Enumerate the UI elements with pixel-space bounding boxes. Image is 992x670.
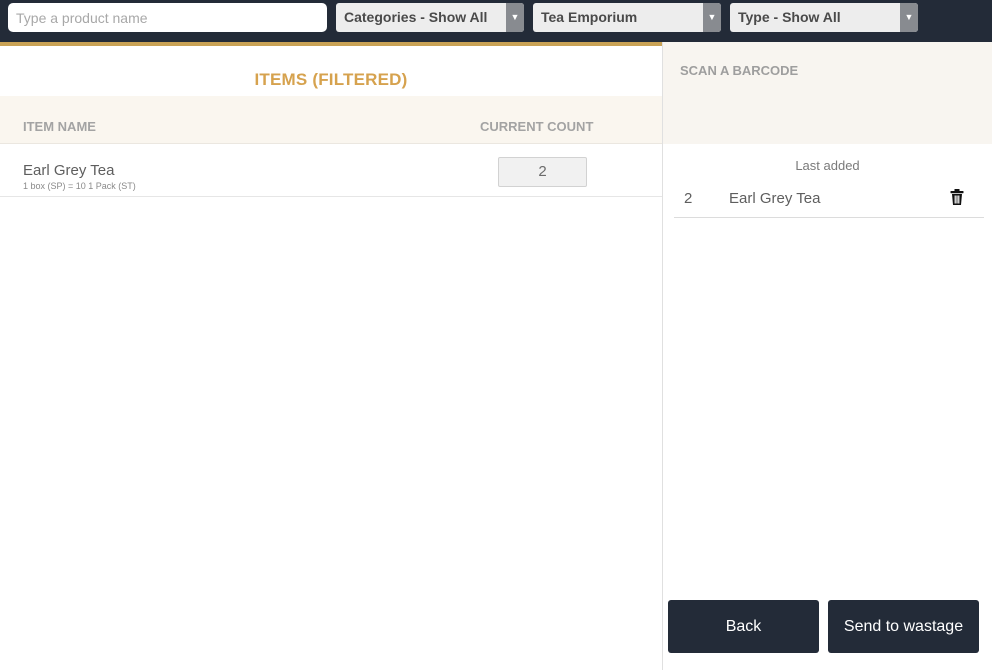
categories-dropdown-label: Categories - Show All	[344, 9, 488, 25]
scan-barcode-label: SCAN A BARCODE	[680, 63, 799, 78]
trash-icon[interactable]	[948, 188, 966, 206]
item-unit-info: 1 box (SP) = 10 1 Pack (ST)	[23, 181, 136, 191]
items-table-header: ITEM NAME CURRENT COUNT	[0, 96, 662, 144]
item-name: Earl Grey Tea	[23, 162, 115, 179]
barcode-scan-area[interactable]: SCAN A BARCODE	[663, 42, 992, 144]
column-header-current-count: CURRENT COUNT	[480, 119, 594, 134]
product-search-input[interactable]	[8, 3, 327, 32]
last-added-heading: Last added	[795, 158, 860, 173]
send-to-wastage-button[interactable]: Send to wastage	[828, 600, 979, 653]
scan-panel: SCAN A BARCODE Last added 2 Earl Grey Te…	[662, 42, 992, 670]
table-row[interactable]: Earl Grey Tea 1 box (SP) = 10 1 Pack (ST…	[0, 145, 662, 197]
categories-dropdown[interactable]: Categories - Show All ▼	[336, 3, 524, 32]
store-dropdown[interactable]: Tea Emporium ▼	[533, 3, 721, 32]
column-header-item-name: ITEM NAME	[23, 119, 96, 134]
recent-item-name: Earl Grey Tea	[729, 190, 821, 207]
chevron-down-icon: ▼	[506, 3, 524, 32]
count-input[interactable]: 2	[498, 157, 587, 187]
top-filter-bar: Categories - Show All ▼ Tea Emporium ▼ T…	[0, 0, 992, 42]
chevron-down-icon: ▼	[900, 3, 918, 32]
type-dropdown-label: Type - Show All	[738, 9, 841, 25]
store-dropdown-label: Tea Emporium	[541, 9, 638, 25]
chevron-down-icon: ▼	[703, 3, 721, 32]
items-title: ITEMS (FILTERED)	[254, 70, 408, 89]
recent-item-qty: 2	[684, 190, 693, 207]
type-dropdown[interactable]: Type - Show All ▼	[730, 3, 918, 32]
list-item: 2 Earl Grey Tea	[674, 176, 984, 218]
accent-divider	[0, 42, 662, 46]
back-button[interactable]: Back	[668, 600, 819, 653]
items-panel: ITEMS (FILTERED) ITEM NAME CURRENT COUNT…	[0, 42, 662, 670]
